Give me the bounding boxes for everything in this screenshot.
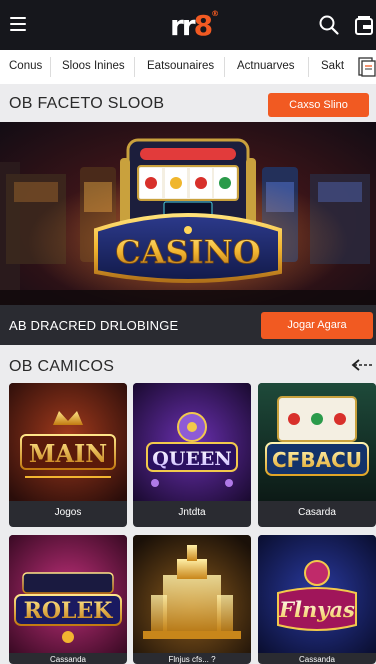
section-title: OB CAMICOS [9, 358, 115, 375]
game-label: Casarda [298, 507, 336, 518]
game-art-text: Flnyas [278, 597, 355, 622]
casino-button[interactable]: Caxso Slino [268, 93, 369, 117]
category-tab[interactable]: Sloos Inines [62, 60, 125, 72]
game-label: Jntdta [178, 507, 206, 518]
casino-hero-art: CASINO [0, 138, 376, 305]
divider [134, 57, 135, 77]
hamburger-menu-icon[interactable] [10, 17, 26, 31]
top-bar: rr8 ® [0, 0, 376, 50]
game-label: Jogos [54, 507, 82, 518]
section-title: OB FACETO SLOOB [9, 95, 165, 112]
game-thumbnail: MAIN [9, 383, 127, 501]
hero-logo-text: CASINO [115, 233, 261, 271]
wallet-icon[interactable] [354, 14, 376, 36]
site-logo[interactable]: rr8 ® [170, 9, 219, 42]
game-card[interactable]: QUEEN Jntdta [133, 383, 251, 527]
promo-title: AB DRACRED DRLOBINGE [9, 318, 179, 333]
category-tab[interactable]: Conus [9, 60, 42, 72]
game-art-text: MAIN [29, 439, 107, 468]
game-art-text: CFBACU [272, 448, 362, 472]
game-thumbnail: ROLEK [9, 535, 127, 653]
arrow-left-icon[interactable] [350, 357, 376, 373]
game-thumbnail: CFBACU [258, 383, 376, 501]
game-card[interactable]: CFBACU Casarda [258, 383, 376, 527]
logo-accent-text: 8 [193, 9, 214, 42]
divider [308, 57, 309, 77]
game-art-text: QUEEN [152, 448, 231, 470]
game-card[interactable]: MAIN Jogos [9, 383, 127, 527]
logo-main-text: rr [170, 9, 196, 42]
game-card[interactable]: ROLEK Cassanda [9, 535, 127, 664]
divider [224, 57, 225, 77]
search-icon[interactable] [318, 14, 340, 36]
game-card[interactable]: Flnjus cfs... ? [133, 535, 251, 664]
games-section: OB CAMICOS MAIN Jogos QUEEN Jntdta CFBAC… [0, 345, 376, 664]
category-tab[interactable]: Eatsounaires [147, 60, 214, 72]
featured-section-header: OB FACETO SLOOB Caxso Slino [0, 84, 376, 122]
registered-mark: ® [211, 9, 220, 18]
game-thumbnail [133, 535, 251, 653]
promo-strip: AB DRACRED DRLOBINGE Jogar Agara [0, 305, 376, 345]
category-tab[interactable]: Actnuarves [237, 60, 295, 72]
play-now-button[interactable]: Jogar Agara [261, 312, 373, 339]
category-bar: Conus Sloos Inines Eatsounaires Actnuarv… [0, 50, 376, 84]
game-label: Cassanda [298, 655, 336, 664]
game-art-text: ROLEK [24, 598, 114, 624]
category-tab[interactable]: Sakt [321, 60, 344, 72]
divider [50, 57, 51, 77]
game-card[interactable]: Flnyas Cassanda [258, 535, 376, 664]
document-icon[interactable] [357, 56, 376, 78]
game-label: Flnjus cfs... ? [168, 655, 216, 664]
game-label: Cassanda [49, 655, 87, 664]
casino-hero-banner[interactable]: CASINO [0, 122, 376, 305]
game-thumbnail: QUEEN [133, 383, 251, 501]
game-thumbnail: Flnyas [258, 535, 376, 653]
